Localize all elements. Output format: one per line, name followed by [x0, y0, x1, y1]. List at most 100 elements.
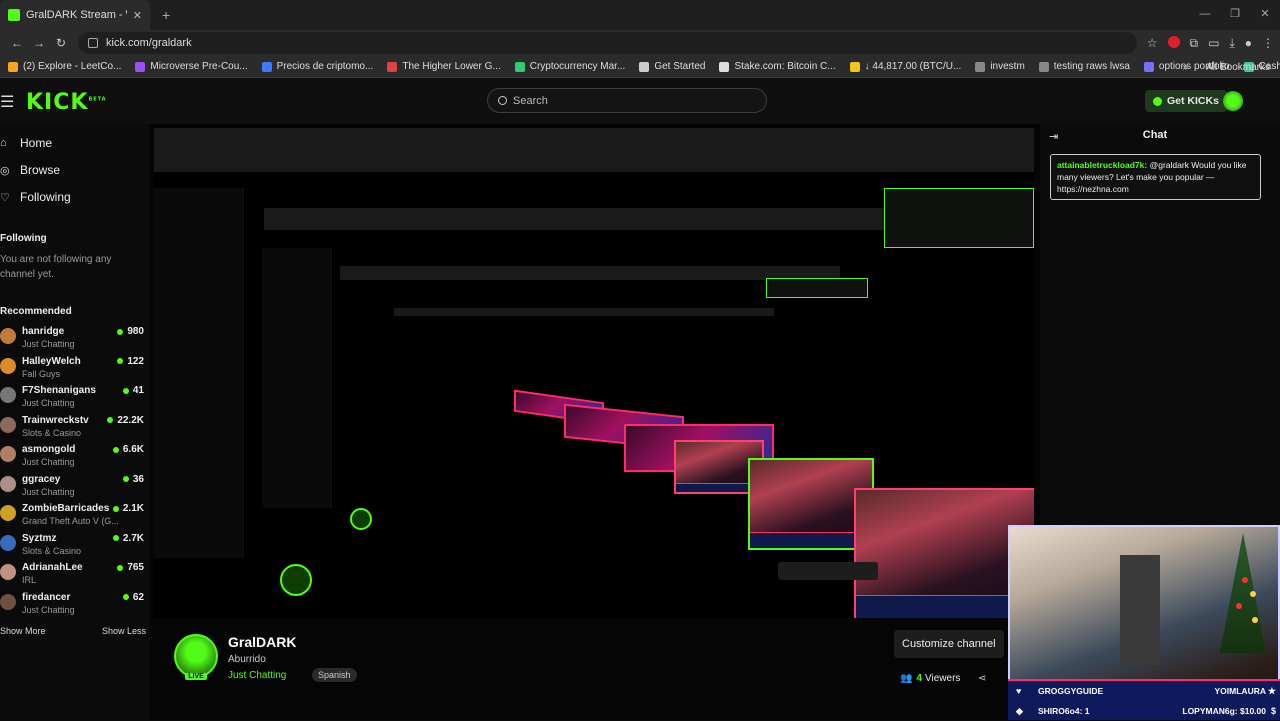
show-more-button[interactable]: Show More	[0, 626, 46, 636]
browser-tab[interactable]: GralDARK Stream - Watch Live ✕	[0, 0, 150, 30]
bookmark-item[interactable]: testing raws lwsa	[1038, 61, 1130, 72]
all-bookmarks-button[interactable]: All Bookmarks	[1206, 62, 1270, 73]
bookmark-item[interactable]: The Higher Lower G...	[387, 61, 501, 72]
window-controls: — ❐ ✕	[1190, 0, 1280, 30]
extension-icon[interactable]	[1167, 35, 1180, 48]
overlay-donation: LOPYMAN6g: $10.00	[1182, 706, 1266, 716]
bookmark-favicon-icon	[719, 61, 730, 72]
viewer-count-number: 4	[916, 673, 923, 684]
sidebar-item-following[interactable]: ♡ Following	[0, 190, 71, 204]
customize-channel-button[interactable]: Customize channel	[894, 630, 1004, 658]
site-info-icon[interactable]	[88, 38, 98, 48]
profile-icon[interactable]: ●	[1245, 36, 1252, 51]
nested-channel-avatar	[280, 564, 312, 596]
channel-name[interactable]: GralDARK	[228, 634, 296, 650]
channel-avatar	[0, 564, 16, 580]
sidebar-item-home[interactable]: ⌂ Home	[0, 136, 52, 150]
bookmark-item[interactable]: ↓ 44,817.00 (BTC/U...	[849, 61, 962, 72]
extensions-puzzle-icon[interactable]: ⧉	[1190, 36, 1199, 51]
viewer-number: 2.1K	[122, 503, 144, 514]
maximize-button[interactable]: ❐	[1220, 0, 1250, 30]
download-icon[interactable]: ⤓	[1229, 36, 1234, 51]
bookmark-favicon-icon	[1038, 61, 1049, 72]
minimize-button[interactable]: —	[1190, 0, 1220, 30]
recommended-channel[interactable]: hanridge Just Chatting 980	[0, 326, 148, 354]
recommended-viewer-count: 36	[122, 474, 144, 485]
bookmark-label: investm	[990, 61, 1025, 72]
address-bar-row: ← → ↻ kick.com/graldark ☆ ⧉ ▭ ⤓ ● ⋮	[0, 30, 1280, 56]
url-text: kick.com/graldark	[106, 37, 192, 49]
channel-avatar	[0, 357, 16, 374]
bookmark-item[interactable]: (2) Explore - LeetCo...	[8, 61, 121, 72]
show-less-button[interactable]: Show Less	[102, 626, 146, 636]
kick-logo[interactable]: KICKBETA	[26, 90, 107, 115]
live-dot-icon	[112, 535, 119, 541]
url-field[interactable]: kick.com/graldark	[78, 32, 1137, 54]
get-kicks-button[interactable]: Get KICKs	[1145, 90, 1227, 112]
language-tag[interactable]: Spanish	[312, 668, 357, 682]
browser-toolbar-icons: ☆ ⧉ ▭ ⤓ ● ⋮	[1147, 35, 1274, 51]
bookmark-label: Cryptocurrency Mar...	[529, 61, 626, 72]
chat-username[interactable]: attainabletruckload7k:	[1057, 160, 1147, 170]
menu-dots-icon[interactable]: ⋮	[1262, 36, 1274, 51]
channel-avatar	[0, 534, 16, 551]
get-kicks-label: Get KICKs	[1167, 95, 1219, 107]
stream-video-player[interactable]	[154, 128, 1034, 618]
menu-hamburger-icon[interactable]: ☰	[0, 92, 14, 112]
bookmark-item[interactable]: Stake.com: Bitcoin C...	[719, 61, 836, 72]
nested-chat	[884, 188, 1034, 248]
new-tab-button[interactable]: +	[162, 7, 170, 23]
search-input[interactable]: Search	[487, 88, 767, 113]
media-icon[interactable]: ▭	[1208, 36, 1219, 51]
bookmark-favicon-icon	[975, 61, 986, 72]
recommended-channel[interactable]: AdrianahLee IRL 765	[0, 562, 148, 590]
recommended-channel[interactable]: firedancer Just Chatting 62	[0, 592, 148, 620]
recommended-channel[interactable]: Trainwreckstv Slots & Casino 22.2K	[0, 415, 148, 443]
recommended-channel-category: Just Chatting	[22, 457, 75, 467]
bookmarks-bar: (2) Explore - LeetCo... Microverse Pre-Co…	[0, 56, 1280, 78]
stream-category[interactable]: Just Chatting	[228, 670, 286, 681]
bookmark-label: ↓ 44,817.00 (BTC/U...	[864, 61, 962, 72]
recommended-channel[interactable]: Syztmz Slots & Casino 2.7K	[0, 533, 148, 561]
bookmark-item[interactable]: Microverse Pre-Cou...	[135, 61, 248, 72]
bookmarks-overflow-icon[interactable]: »	[1183, 62, 1189, 73]
viewer-number: 62	[132, 591, 144, 603]
user-avatar[interactable]	[1223, 91, 1243, 111]
recommended-channel[interactable]: ggracey Just Chatting 36	[0, 474, 148, 502]
bookmark-favicon-icon	[8, 61, 18, 72]
bookmark-item[interactable]: Precios de criptomo...	[261, 61, 374, 72]
bookmark-star-icon[interactable]: ☆	[1147, 36, 1158, 51]
forward-icon[interactable]: →	[28, 36, 50, 50]
bookmark-label: Precios de criptomo...	[276, 61, 374, 72]
nested-channel-avatar	[350, 508, 372, 530]
tab-close-icon[interactable]: ✕	[133, 9, 142, 22]
recommended-channel[interactable]: asmongold Just Chatting 6.6K	[0, 444, 148, 472]
bookmark-item[interactable]: investm	[975, 61, 1025, 72]
recommended-channel[interactable]: F7Shenanigans Just Chatting 41	[0, 385, 148, 413]
recommended-viewer-count: 765	[117, 562, 144, 573]
bookmark-label: The Higher Lower G...	[402, 61, 501, 72]
overlay-gift: SHIRO6o4: 1	[1038, 706, 1090, 716]
live-dot-icon	[112, 505, 119, 512]
channel-info: LIVE GralDARK Aburrido Just Chatting Spa…	[170, 630, 1030, 710]
gift-icon: ◆	[1016, 705, 1023, 716]
recommended-channel-category: IRL	[22, 575, 37, 585]
bookmark-item[interactable]: Get Started	[639, 61, 705, 72]
share-icon[interactable]: ⋖	[978, 673, 986, 684]
reload-icon[interactable]: ↻	[50, 36, 72, 50]
nested-chat	[766, 278, 868, 298]
bookmark-item[interactable]: Cryptocurrency Mar...	[514, 61, 626, 72]
viewer-number: 765	[127, 562, 144, 573]
back-icon[interactable]: ←	[6, 36, 28, 50]
logo-text: KICK	[26, 90, 89, 115]
recommended-channel-name: Trainwreckstv	[22, 414, 89, 426]
kicks-coin-icon	[1153, 96, 1162, 106]
channel-avatar[interactable]: LIVE	[174, 634, 218, 680]
sidebar-item-browse[interactable]: ◎ Browse	[0, 163, 60, 177]
close-window-button[interactable]: ✕	[1250, 0, 1280, 30]
recommended-channel[interactable]: ZombieBarricades Grand Theft Auto V (G...…	[0, 503, 148, 531]
viewer-number: 6.6K	[122, 444, 144, 455]
recommended-channel-category: Slots & Casino	[22, 427, 82, 438]
main-content: LIVE GralDARK Aburrido Just Chatting Spa…	[150, 124, 1040, 720]
recommended-channel[interactable]: HalleyWelch Fall Guys 122	[0, 356, 148, 384]
